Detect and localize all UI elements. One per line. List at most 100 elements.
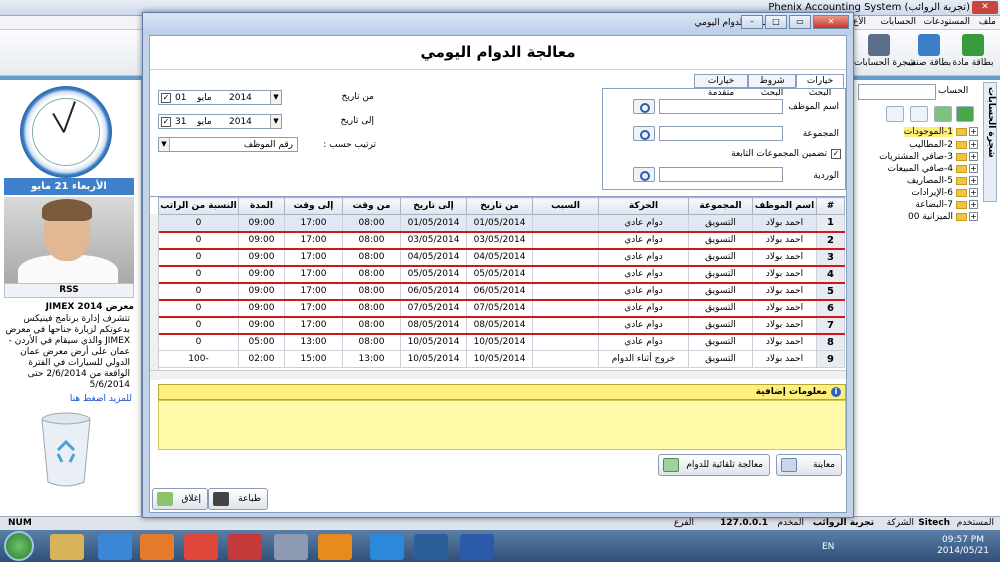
tree-node-assets[interactable]: +1-الموجودات (858, 127, 978, 140)
table-row[interactable]: 3 احمد بولاد التسويق دوام عادي 04/05/2014 04/… (158, 248, 845, 267)
outlook-taskbar-icon[interactable] (318, 534, 352, 560)
column-header[interactable]: من وقت (342, 197, 401, 215)
accounts-tree-tab[interactable]: شجرة الحسابات (983, 82, 997, 202)
table-row[interactable]: 4 احمد بولاد التسويق دوام عادي 05/05/2014 05/… (158, 265, 845, 284)
grid-header-row: # اسم الموظف المجموعة الحركة السبب من تاريخ إل… (158, 197, 845, 215)
table-cell: 0 (158, 299, 239, 318)
table-cell: 08:00 (342, 299, 401, 318)
rss-header[interactable]: RSS (4, 283, 134, 298)
menu-more[interactable]: الأع (853, 17, 866, 27)
explorer-taskbar-icon[interactable] (50, 534, 84, 560)
menu-accounts[interactable]: الحسابات (880, 17, 916, 27)
dialog-heading: معالجة الدوام اليومي (150, 36, 846, 70)
tab-advanced-options[interactable]: خيارات متقدمة (694, 74, 748, 98)
tab-search-options[interactable]: خيارات البحث (796, 74, 844, 98)
column-header[interactable]: الحركة (598, 197, 689, 215)
column-header[interactable]: إلى وقت (284, 197, 343, 215)
new-item-button[interactable]: بطاقة مادة (948, 32, 998, 74)
table-row[interactable]: 1 احمد بولاد التسويق دوام عادي 01/05/2014 01/… (158, 214, 845, 233)
table-row[interactable]: 7 احمد بولاد التسويق دوام عادي 08/05/2014 08/… (158, 316, 845, 335)
ie-taskbar-icon[interactable] (98, 534, 132, 560)
teamviewer-taskbar-icon[interactable] (370, 534, 404, 560)
column-header[interactable]: من تاريخ (466, 197, 533, 215)
restore-button[interactable]: ▭ (789, 15, 811, 29)
chevron-down-icon[interactable]: ▼ (159, 138, 170, 151)
auto-process-button[interactable]: معالجة تلقائية للدوام (658, 454, 770, 476)
group-input[interactable] (659, 126, 783, 141)
dialog-close-button[interactable]: ✕ (813, 15, 849, 29)
recycle-bin-icon[interactable] (36, 410, 96, 488)
num-lock-indicator: NUM (8, 518, 32, 528)
to-date-picker[interactable]: ✓ 31 مايو 2014 ▼ (158, 114, 282, 129)
table-cell: 04/05/2014 (466, 248, 533, 267)
to-date-checkbox[interactable]: ✓ (161, 117, 171, 127)
preview-button[interactable]: معاينة (776, 454, 842, 476)
table-row[interactable]: 5 احمد بولاد التسويق دوام عادي 06/05/2014 06/… (158, 282, 845, 301)
table-cell (532, 265, 599, 284)
row-number: 1 (816, 214, 845, 233)
chevron-down-icon[interactable]: ▼ (270, 115, 281, 128)
chevron-down-icon[interactable]: ▼ (270, 91, 281, 104)
app-close-button[interactable]: ✕ (972, 1, 998, 14)
tray-clock[interactable]: 09:57 PM 2014/05/21 (930, 535, 996, 557)
tree-node-budget[interactable]: +الميزانية 00 (858, 212, 978, 225)
table-cell (532, 333, 599, 351)
column-header[interactable]: اسم الموظف (752, 197, 817, 215)
accounts-tree-button[interactable]: شجرة الحسابات (854, 32, 915, 74)
table-row[interactable]: 9 احمد بولاد التسويق خروج أثناء الدوام 10/05… (158, 350, 845, 368)
word-taskbar-icon[interactable] (460, 534, 494, 560)
input-language[interactable]: EN (822, 542, 834, 552)
table-row[interactable]: 6 احمد بولاد التسويق دوام عادي 07/05/2014 07/… (158, 299, 845, 318)
column-header[interactable]: السبب (532, 197, 599, 215)
table-cell: 01/05/2014 (400, 214, 467, 233)
column-header[interactable]: النسبة من الراتب (158, 197, 239, 215)
tab-search-conditions[interactable]: شروط البحث (748, 74, 796, 98)
table-cell: التسويق (688, 248, 753, 267)
folder-icon (956, 212, 967, 221)
media-taskbar-icon[interactable] (140, 534, 174, 560)
table-cell: 10/05/2014 (466, 333, 533, 351)
chrome-taskbar-icon[interactable] (184, 534, 218, 560)
column-header[interactable]: إلى تاريخ (400, 197, 467, 215)
news-more-link[interactable]: للمزيد اضغط هنا (4, 394, 132, 404)
phenix-taskbar-icon[interactable] (228, 534, 262, 560)
table-cell: 05:00 (238, 333, 285, 351)
tree-refresh-button[interactable] (910, 106, 928, 122)
start-button[interactable] (4, 531, 34, 561)
employee-name-input[interactable] (659, 99, 783, 114)
menu-file[interactable]: ملف (979, 17, 996, 27)
app-taskbar-icon[interactable] (414, 534, 448, 560)
table-row[interactable]: 8 احمد بولاد التسويق دوام عادي 10/05/2014 10/… (158, 333, 845, 351)
table-cell: 08:00 (342, 333, 401, 351)
column-header[interactable]: المجموعة (688, 197, 753, 215)
account-input[interactable] (858, 84, 936, 100)
menu-warehouses[interactable]: المستودعات (924, 17, 970, 27)
print-button[interactable]: طباعة (208, 488, 268, 510)
table-cell (532, 231, 599, 250)
from-date-picker[interactable]: ✓ 01 مايو 2014 ▼ (158, 90, 282, 105)
current-company: تجربة الروائب (812, 518, 874, 528)
group-search-button[interactable] (633, 126, 655, 141)
sort-select[interactable]: رقم الموظف ▼ (158, 137, 298, 152)
employee-search-button[interactable] (633, 99, 655, 114)
tree-remove-button[interactable] (934, 106, 952, 122)
table-row[interactable]: 2 احمد بولاد التسويق دوام عادي 03/05/2014 03/… (158, 231, 845, 250)
table-cell (532, 316, 599, 335)
from-date-checkbox[interactable]: ✓ (161, 93, 171, 103)
column-header[interactable]: المدة (238, 197, 285, 215)
grid-vertical-scrollbar[interactable] (150, 214, 159, 380)
table-cell: 17:00 (284, 265, 343, 284)
table-cell: 01/05/2014 (466, 214, 533, 233)
minimize-button[interactable]: – (741, 15, 763, 29)
close-button[interactable]: إغلاق (152, 488, 208, 510)
column-header[interactable]: # (816, 197, 845, 215)
maximize-button[interactable]: □ (765, 15, 787, 29)
tree-settings-button[interactable] (886, 106, 904, 122)
shift-search-button[interactable] (633, 167, 655, 182)
tree-add-button[interactable] (956, 106, 974, 122)
shift-input[interactable] (659, 167, 783, 182)
table-cell: -100 (158, 350, 239, 368)
grid-horizontal-scrollbar[interactable] (150, 370, 846, 379)
calculator-taskbar-icon[interactable] (274, 534, 308, 560)
include-subgroups-checkbox[interactable]: ✓ (831, 149, 841, 159)
